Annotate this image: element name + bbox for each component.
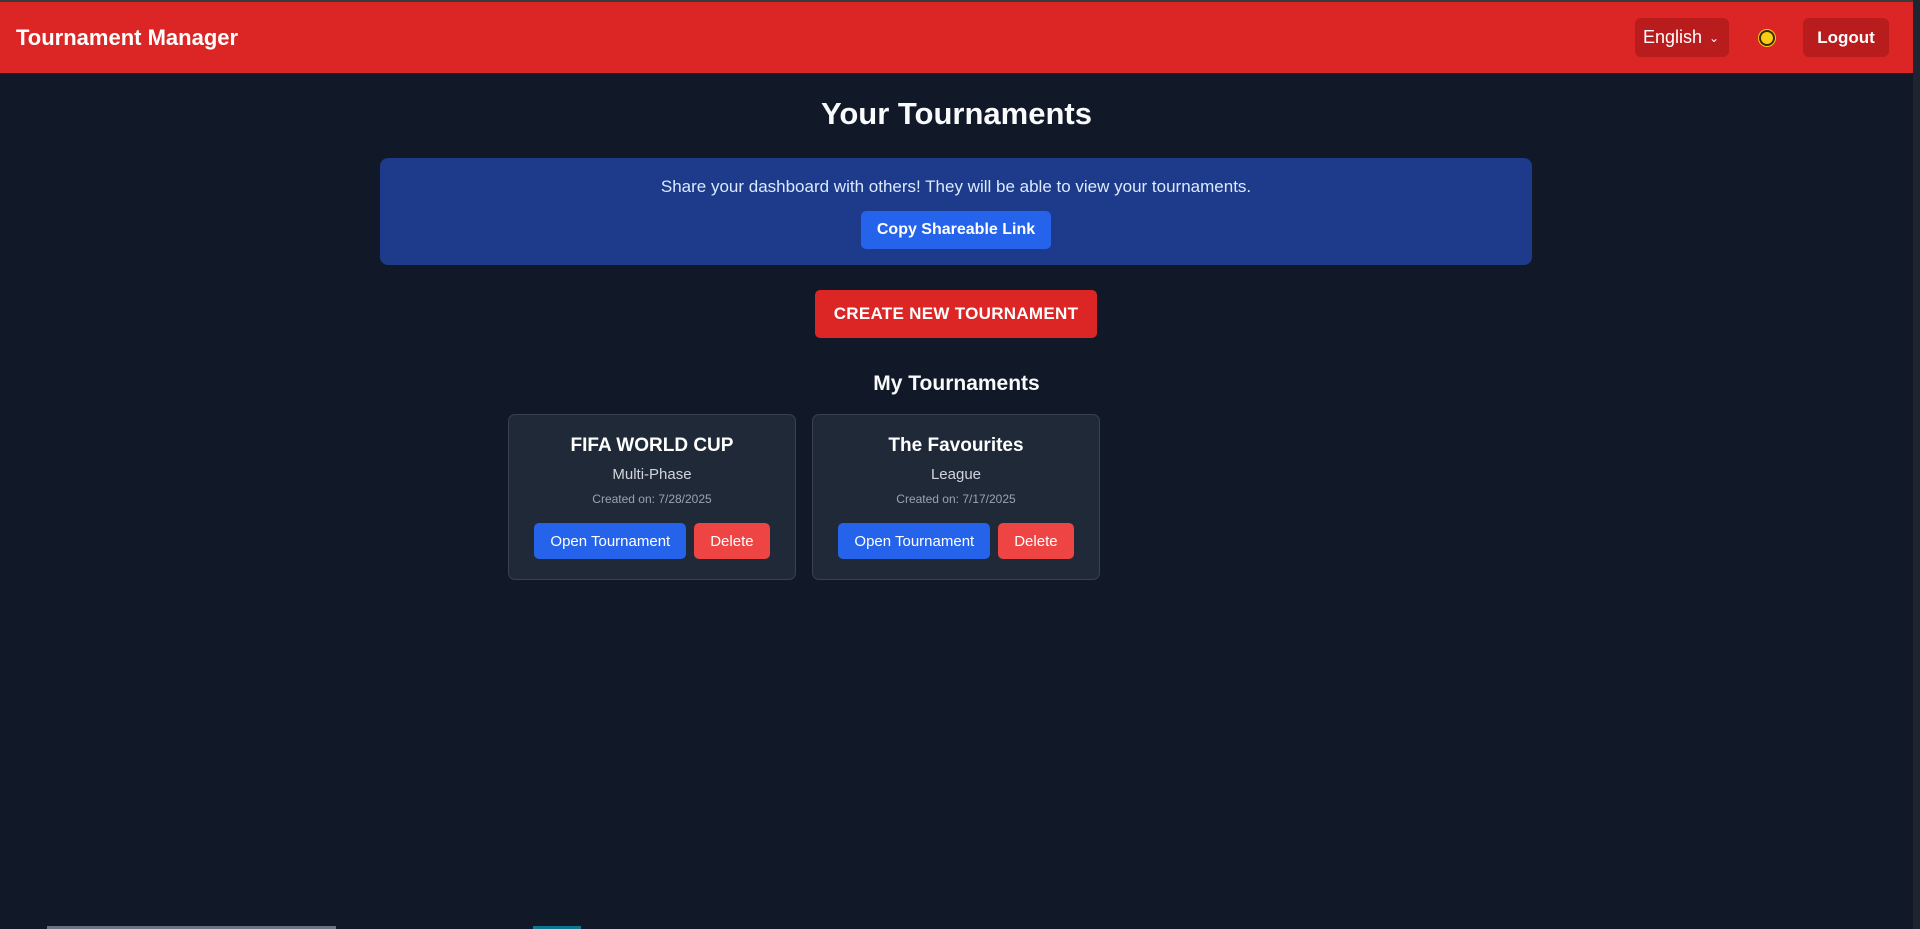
logout-button[interactable]: Logout <box>1803 18 1889 57</box>
sun-icon <box>1761 31 1773 44</box>
tournament-type: League <box>930 466 982 483</box>
theme-toggle-button[interactable] <box>1753 24 1781 52</box>
delete-tournament-button[interactable]: Delete <box>694 523 770 559</box>
tournament-card: FIFA WORLD CUP Multi-Phase Created on: 7… <box>508 414 796 580</box>
vertical-scrollbar[interactable] <box>1913 0 1920 929</box>
language-select[interactable]: English ⌄ <box>1635 18 1729 57</box>
tournament-name: FIFA WORLD CUP <box>570 435 734 456</box>
card-actions: Open Tournament Delete <box>813 523 1099 559</box>
page-title: Your Tournaments <box>821 96 1092 131</box>
card-actions: Open Tournament Delete <box>509 523 795 559</box>
open-tournament-button[interactable]: Open Tournament <box>534 523 687 559</box>
delete-tournament-button[interactable]: Delete <box>998 523 1074 559</box>
section-title: My Tournaments <box>873 372 1040 395</box>
tournament-card: The Favourites League Created on: 7/17/2… <box>812 414 1100 580</box>
share-dashboard-panel: Share your dashboard with others! They w… <box>380 158 1532 265</box>
tournament-type: Multi-Phase <box>612 466 692 483</box>
copy-shareable-link-button[interactable]: Copy Shareable Link <box>860 211 1052 249</box>
navbar-actions: English ⌄ Logout <box>1635 18 1889 57</box>
chevron-down-icon: ⌄ <box>1708 30 1719 45</box>
open-tournament-button[interactable]: Open Tournament <box>838 523 991 559</box>
tournament-created-date: Created on: 7/28/2025 <box>592 492 712 506</box>
tournament-name: The Favourites <box>888 435 1024 456</box>
tournament-list: FIFA WORLD CUP Multi-Phase Created on: 7… <box>508 414 1100 580</box>
share-message: Share your dashboard with others! They w… <box>660 177 1252 196</box>
tournament-created-date: Created on: 7/17/2025 <box>896 492 1016 506</box>
create-tournament-button[interactable]: CREATE NEW TOURNAMENT <box>815 290 1097 338</box>
top-navbar: Tournament Manager English ⌄ Logout <box>0 0 1913 73</box>
language-select-value: English <box>1643 27 1703 47</box>
app-title[interactable]: Tournament Manager <box>16 25 238 51</box>
